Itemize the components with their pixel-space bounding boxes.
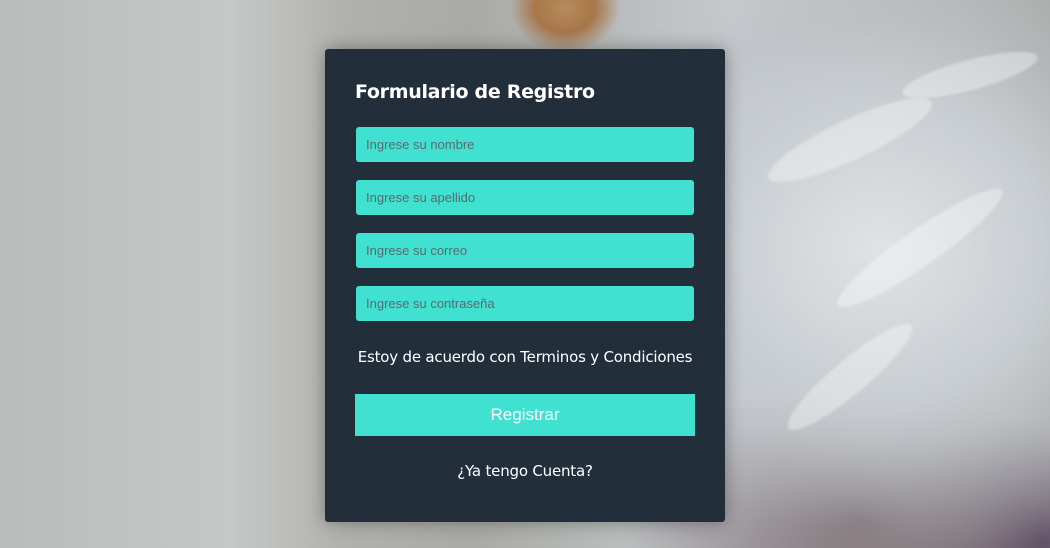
form-title: Formulario de Registro (355, 81, 595, 103)
registration-form: Formulario de Registro Estoy de acuerdo … (325, 49, 725, 522)
register-button[interactable]: Registrar (355, 394, 695, 436)
email-input[interactable] (356, 233, 694, 268)
fur-highlight (827, 175, 1013, 321)
terms-text: Estoy de acuerdo con Terminos y Condicio… (357, 348, 693, 366)
fur-highlight (777, 312, 923, 442)
first-name-input[interactable] (356, 127, 694, 162)
password-input[interactable] (356, 286, 694, 321)
login-link[interactable]: ¿Ya tengo Cuenta? (325, 462, 725, 480)
fur-highlight (759, 83, 941, 197)
last-name-input[interactable] (356, 180, 694, 215)
fur-highlight (898, 42, 1042, 108)
